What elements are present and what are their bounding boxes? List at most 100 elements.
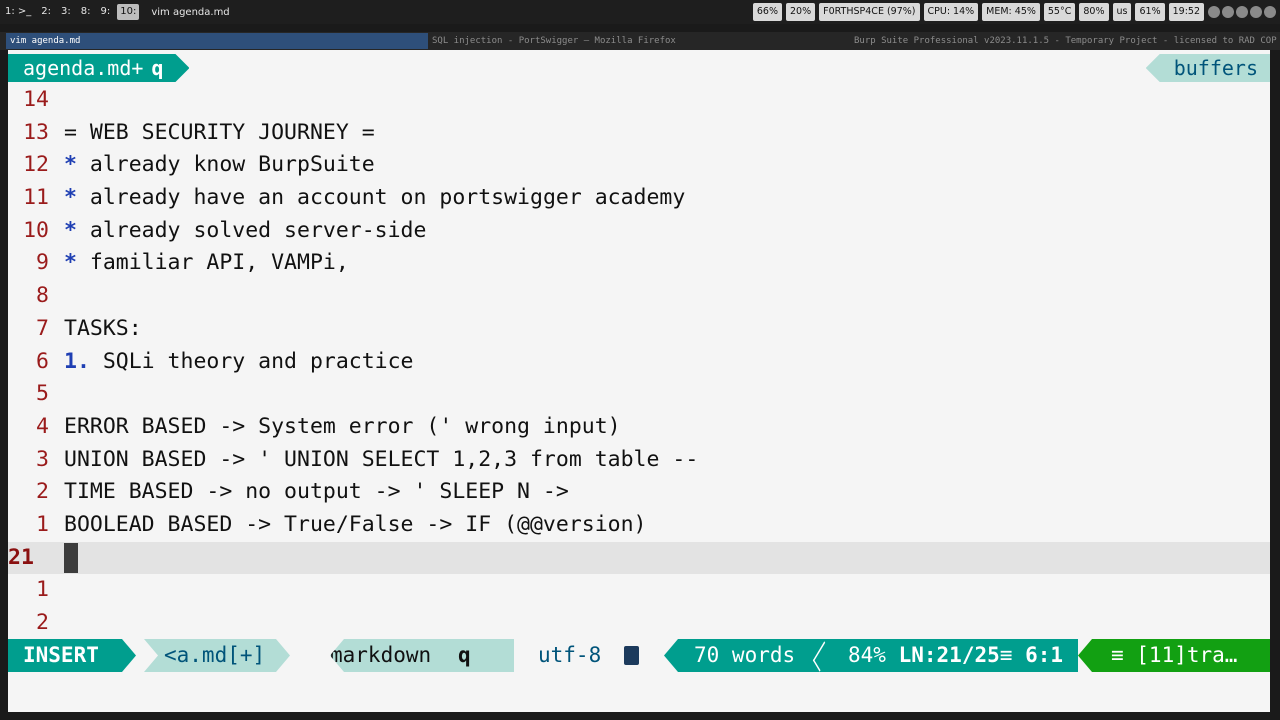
line-content: already know BurpSuite (76, 152, 375, 178)
book-icon (624, 646, 639, 665)
text-line: 10 * already solved server-side (8, 215, 1270, 248)
top-bar: 1: >_ 2: 3: 8: 9: 10: vim agenda.md 66% … (0, 0, 1280, 24)
line-number: 14 (23, 87, 49, 112)
text-line: 1 BOOLEAD BASED -> True/False -> IF (@@ve… (8, 509, 1270, 542)
focused-window-title: vim agenda.md (151, 6, 230, 18)
text-line: 6 1. SQLi theory and practice (8, 346, 1270, 379)
text-line: 7 TASKS: (8, 313, 1270, 346)
volume-status[interactable]: 66% (752, 3, 783, 21)
file-type: markdown q (330, 639, 514, 672)
text-line: 2 (8, 607, 1270, 640)
buffer-suffix: q (151, 56, 164, 80)
mem-status: MEM: 45% (982, 3, 1040, 21)
text-cursor (64, 542, 78, 573)
tray-icon[interactable] (1222, 6, 1234, 18)
brightness-status[interactable]: 20% (786, 3, 816, 21)
text-line: 5 (8, 378, 1270, 411)
line-content: already solved server-side (76, 217, 427, 243)
line-text (64, 542, 78, 575)
line-number: 13 (23, 119, 49, 145)
line-text: BOOLEAD BASED -> True/False -> IF (@@ver… (64, 511, 647, 537)
line-number: 12 (23, 152, 49, 178)
mode-indicator: INSERT (8, 639, 136, 672)
file-name: <a.md[+] (144, 639, 290, 672)
current-line[interactable]: 21 (8, 541, 1270, 575)
line-text: = WEB SECURITY JOURNEY = (64, 119, 375, 145)
workspace-8[interactable]: 8: (78, 4, 94, 20)
disk-status: 61% (1135, 3, 1165, 21)
vim-editor[interactable]: agenda.md+ q buffers 14 13 = WEB SECURITY … (8, 50, 1270, 712)
workspace-3[interactable]: 3: (58, 4, 74, 20)
line-text: 1. SQLi theory and practice (64, 346, 414, 379)
file-type-suffix: q (458, 643, 471, 667)
line-number: 2 (36, 610, 49, 635)
cpu-status: CPU: 14% (923, 3, 979, 21)
line-number: 1 (36, 577, 49, 603)
line-number: 3 (36, 446, 49, 472)
text-line: 14 (8, 84, 1270, 117)
text-line: 2 TIME BASED -> no output -> ' SLEEP N -> (8, 476, 1270, 509)
line-number: 8 (36, 283, 49, 309)
vim-tabline: agenda.md+ q buffers (8, 50, 1270, 84)
line-content: familiar API, VAMPi, (76, 250, 349, 276)
workspace-list: 1: >_ 2: 3: 8: 9: 10: vim agenda.md (2, 4, 230, 20)
line-number: 7 (36, 315, 49, 341)
tray-icon[interactable] (1250, 6, 1262, 18)
keyboard-layout[interactable]: us (1112, 3, 1132, 21)
line-number: 11 (23, 185, 49, 211)
tray-icon[interactable] (1208, 6, 1220, 18)
workspace-2[interactable]: 2: (38, 4, 54, 20)
tray-icon[interactable] (1264, 6, 1276, 18)
line-text: TIME BASED -> no output -> ' SLEEP N -> (64, 479, 569, 505)
line-text: UNION BASED -> ' UNION SELECT 1,2,3 from… (64, 446, 699, 472)
text-line: 8 (8, 280, 1270, 313)
line-content: SQLi theory and practice (89, 348, 414, 374)
tray-icon[interactable] (1236, 6, 1248, 18)
current-buffer-tab[interactable]: agenda.md+ q (8, 54, 189, 82)
line-text: * already have an account on portswigger… (64, 182, 685, 215)
line-number: 5 (36, 381, 49, 407)
line-number: 6 (36, 348, 49, 374)
text-line: 1 (8, 574, 1270, 607)
text-line: 12 * already know BurpSuite (8, 149, 1270, 182)
window-tab-burp[interactable]: Burp Suite Professional v2023.11.1.5 - T… (854, 33, 1277, 49)
terminal-buffer[interactable]: ≡ [11]tra… (1078, 639, 1270, 672)
list-bullet: * (64, 152, 77, 178)
current-line-number: 21 (8, 544, 34, 570)
text-line: 13 = WEB SECURITY JOURNEY = (8, 117, 1270, 150)
text-line: 11 * already have an account on portswigg… (8, 182, 1270, 215)
window-tab-firefox[interactable]: SQL injection - PortSwigger — Mozilla Fi… (432, 33, 676, 49)
line-number: 9 (36, 250, 49, 276)
battery-status: 80% (1079, 3, 1109, 21)
list-bullet: * (64, 250, 77, 276)
word-count: 70 words (664, 639, 810, 672)
wifi-status[interactable]: F0RTHSP4CE (97%) (819, 3, 920, 21)
list-bullet: * (64, 185, 77, 211)
workspace-1[interactable]: 1: >_ (2, 4, 34, 20)
vim-statusline: INSERT <a.md[+] markdown q utf-8 70 words… (8, 639, 1270, 672)
line-text: * already solved server-side (64, 215, 426, 248)
clock[interactable]: 19:52 (1168, 3, 1204, 21)
list-number: 1. (64, 348, 90, 374)
workspace-10[interactable]: 10: (117, 4, 140, 20)
text-area[interactable]: 14 13 = WEB SECURITY JOURNEY = 12 * alread… (8, 84, 1270, 640)
workspace-9[interactable]: 9: (98, 4, 114, 20)
column-separator: ≡ (999, 643, 1013, 667)
chevron-left-icon (812, 641, 832, 672)
line-text: TASKS: (64, 315, 142, 341)
line-number: 10 (23, 217, 49, 243)
line-text: ERROR BASED -> System error (' wrong inp… (64, 413, 621, 439)
list-bullet: * (64, 217, 77, 243)
line-number: 1 (36, 511, 49, 537)
line-number: 2 (36, 479, 49, 505)
line-text: * already know BurpSuite (64, 149, 375, 182)
command-line[interactable] (8, 672, 1270, 712)
text-line: 9 * familiar API, VAMPi, (8, 247, 1270, 280)
line-number: 4 (36, 413, 49, 439)
file-type-label: markdown (330, 643, 432, 667)
temp-status: 55°C (1043, 3, 1076, 21)
text-line: 4 ERROR BASED -> System error (' wrong in… (8, 411, 1270, 444)
buffers-label[interactable]: buffers (1145, 54, 1270, 82)
window-tab-vim[interactable]: vim agenda.md (6, 33, 428, 49)
column-position: 6:1 (1025, 643, 1063, 667)
